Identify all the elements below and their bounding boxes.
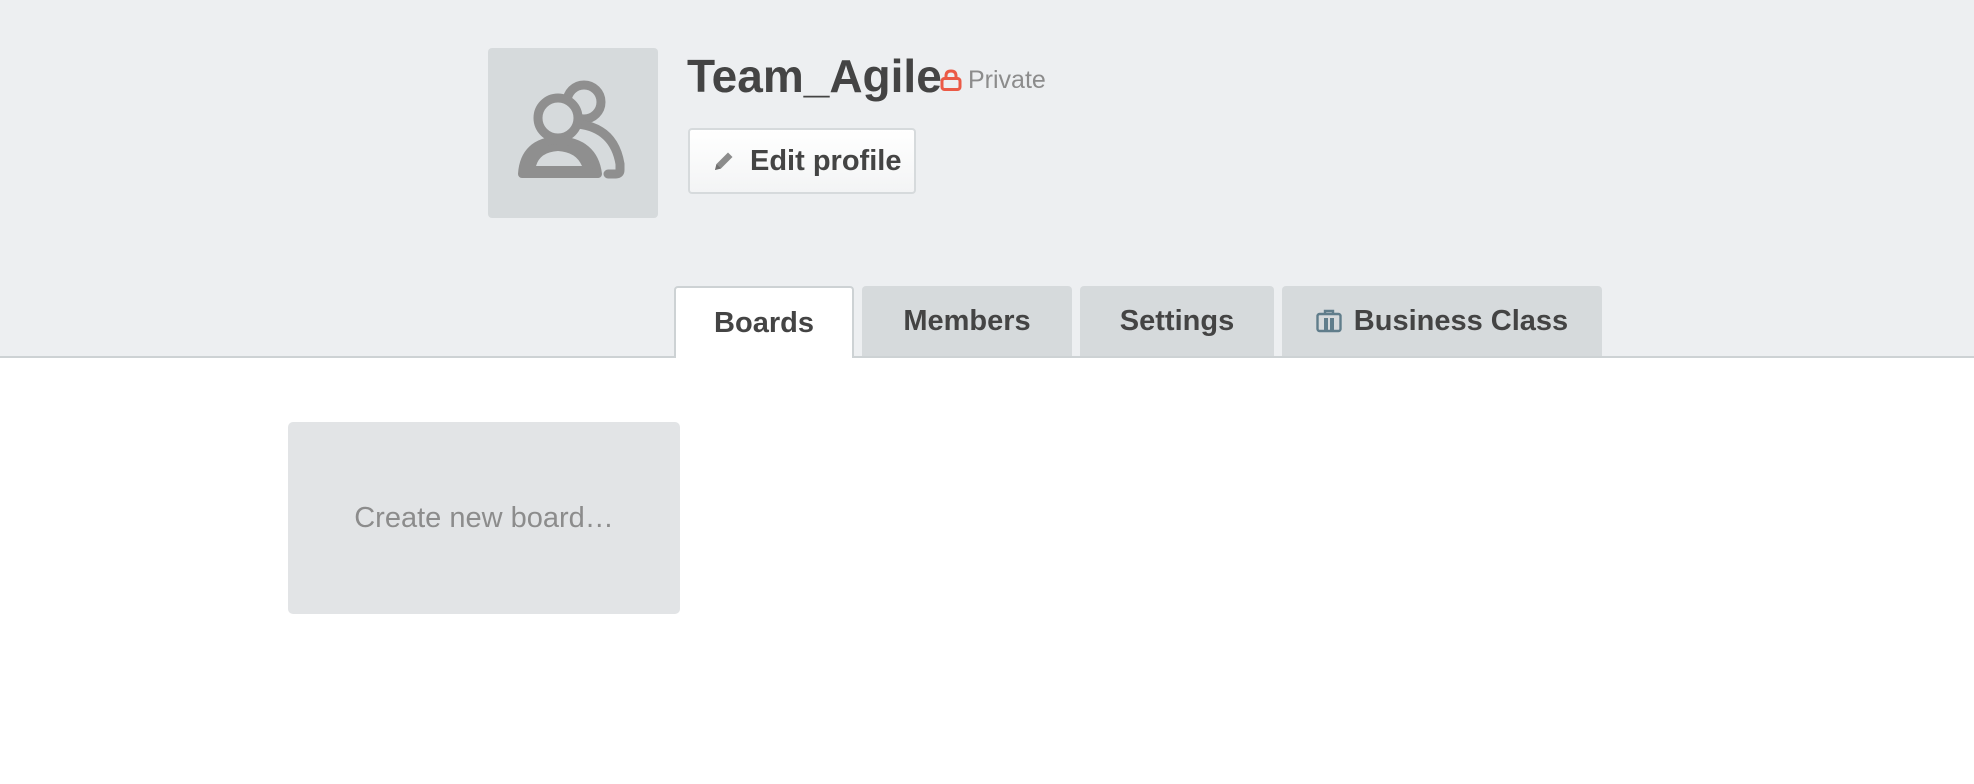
tab-business-class[interactable]: Business Class <box>1282 286 1602 356</box>
team-icon <box>518 80 625 179</box>
briefcase-icon <box>1316 309 1342 333</box>
tab-settings-label: Settings <box>1119 304 1235 337</box>
tab-settings[interactable]: Settings <box>1080 286 1274 356</box>
tab-members[interactable]: Members <box>862 286 1072 356</box>
tab-boards-label: Boards <box>714 306 814 339</box>
team-name: Team_Agile <box>687 50 942 102</box>
create-new-board-label: Create new board… <box>354 501 614 534</box>
tab-members-label: Members <box>903 304 1031 337</box>
privacy-label: Private <box>968 66 1046 94</box>
edit-profile-button[interactable]: Edit profile <box>688 128 916 194</box>
tab-boards[interactable]: Boards <box>674 286 854 358</box>
tab-business-class-label: Business Class <box>1353 304 1569 337</box>
privacy-indicator[interactable]: Private <box>940 62 1046 98</box>
edit-profile-label: Edit profile <box>750 144 902 177</box>
team-tabs: Boards Members Settings Business Class <box>674 286 1602 358</box>
pencil-icon <box>715 152 733 170</box>
lock-icon <box>940 69 962 91</box>
team-header: Team_Agile Private Edit profile Boards M… <box>0 0 1974 358</box>
team-avatar <box>488 48 658 218</box>
create-new-board-tile[interactable]: Create new board… <box>288 422 680 614</box>
